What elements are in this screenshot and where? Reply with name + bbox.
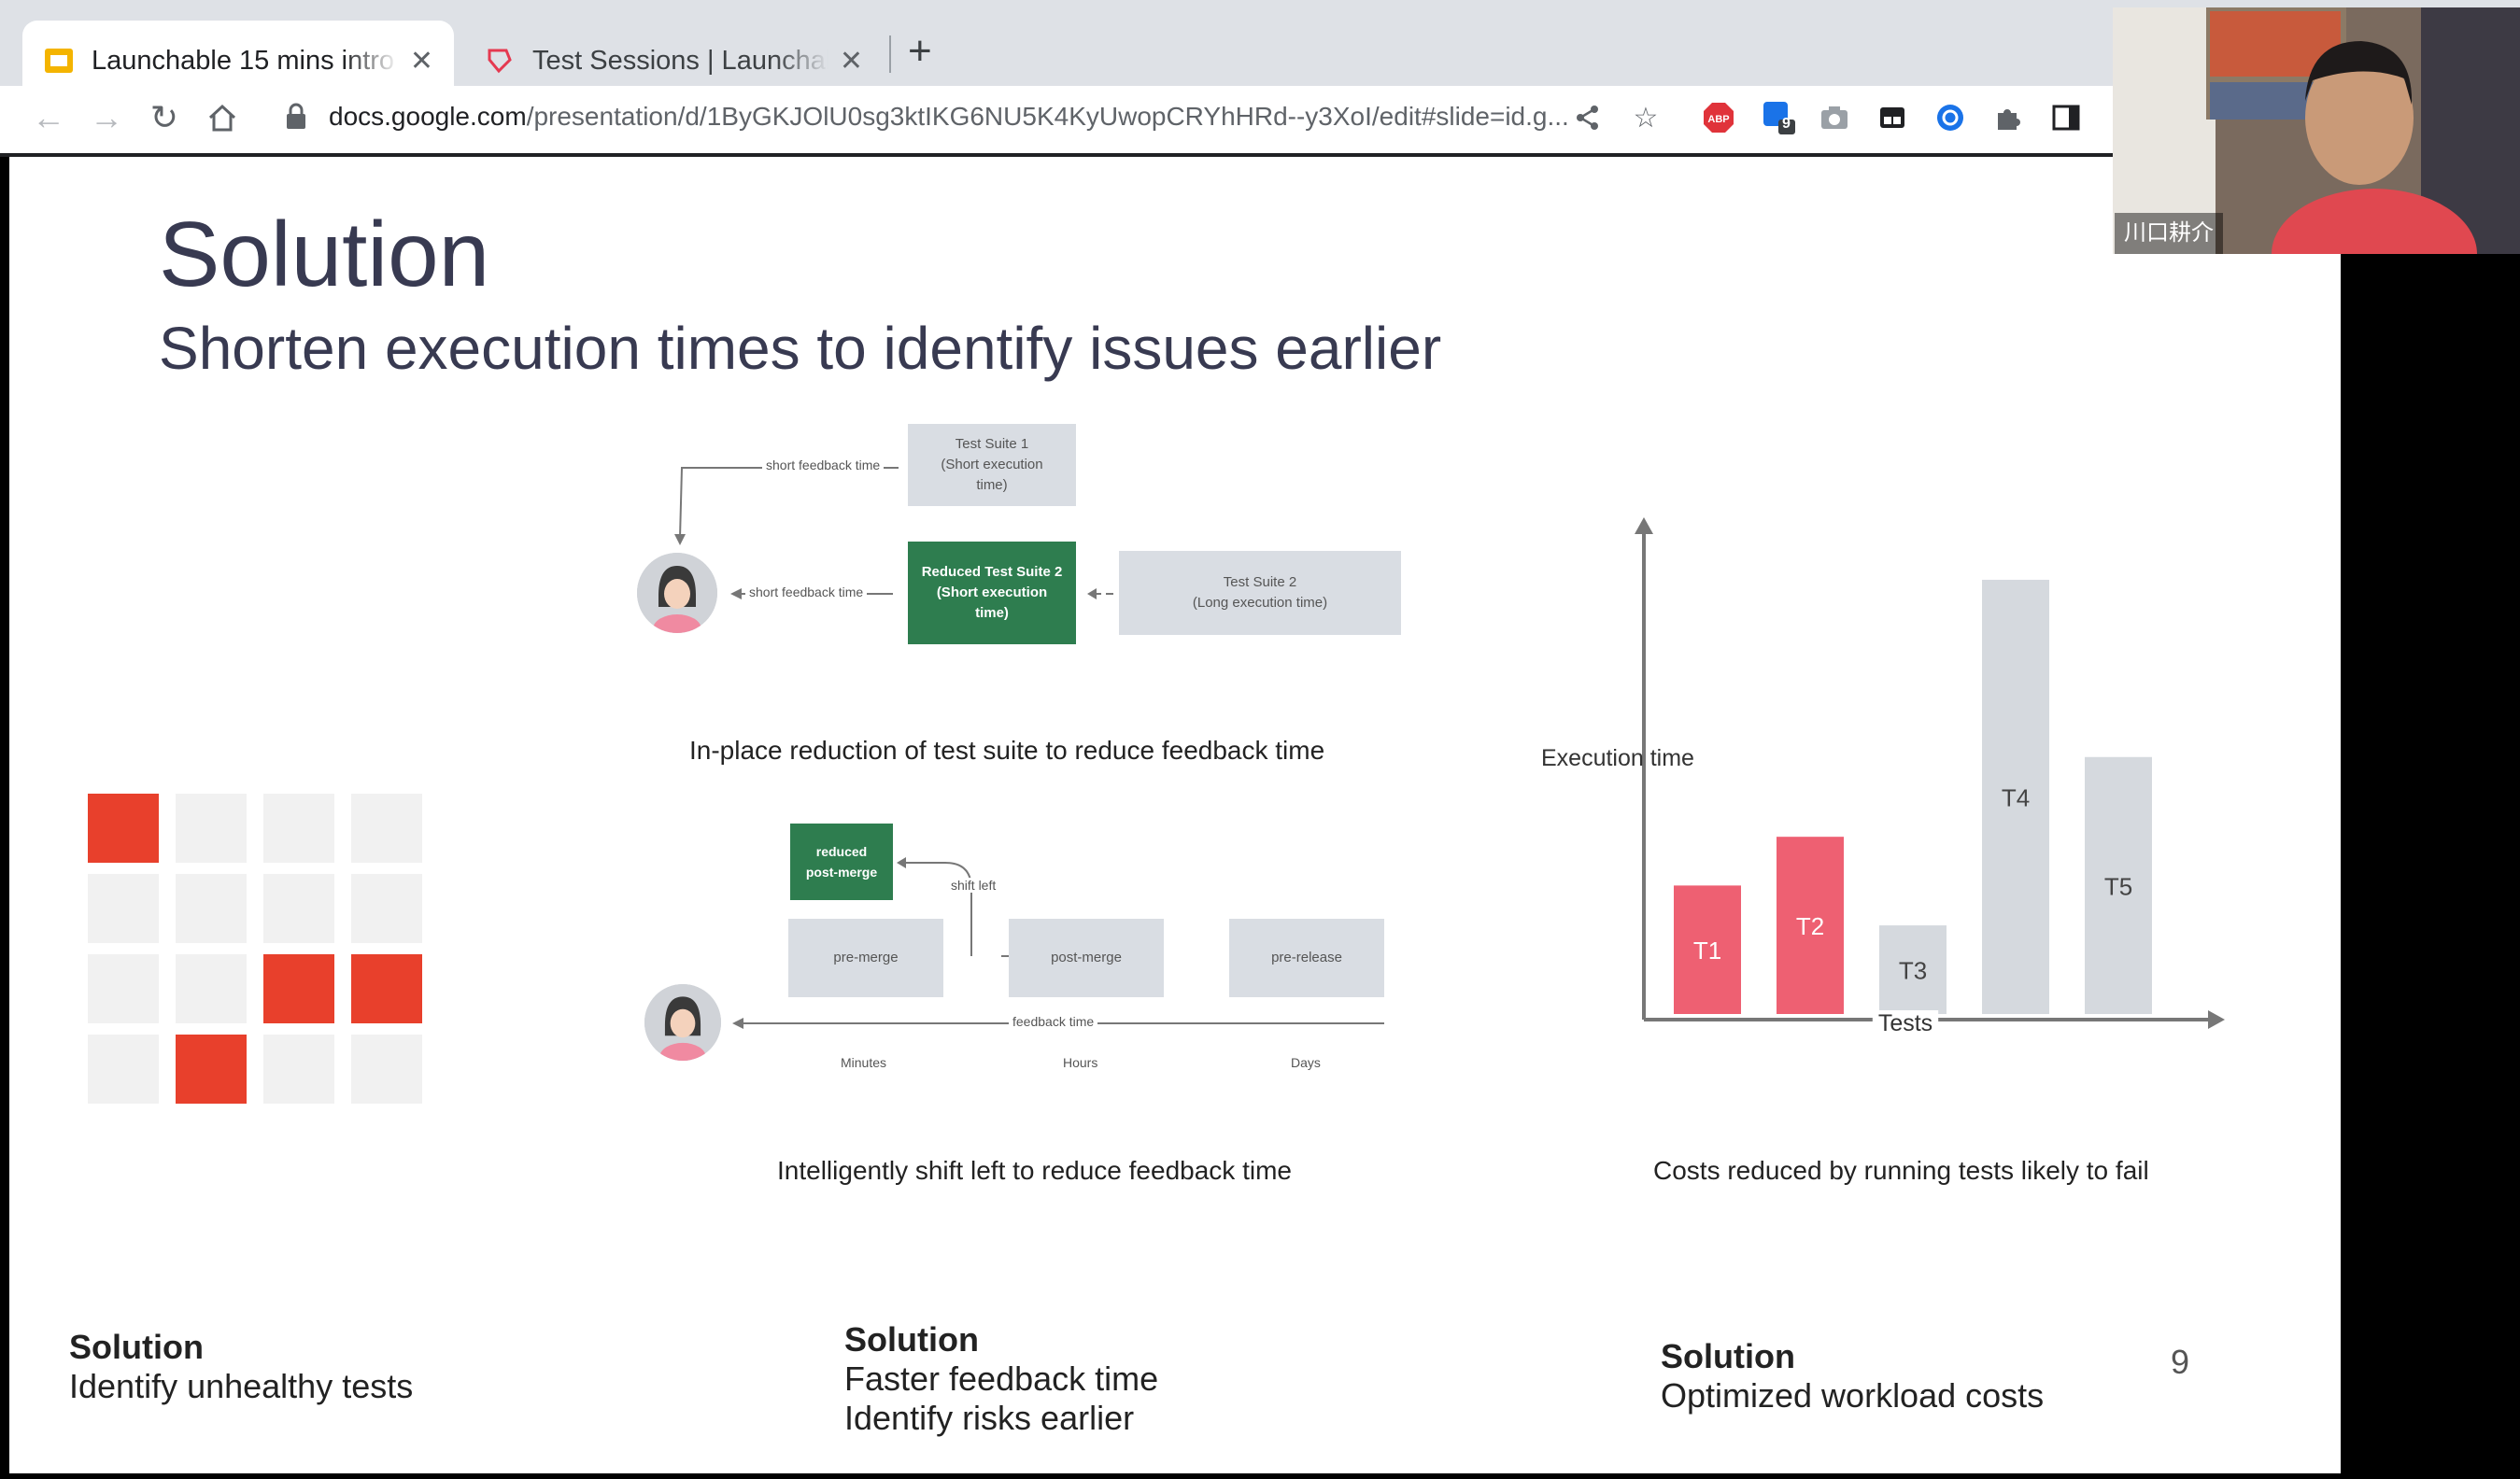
solution-line: Identify risks earlier bbox=[844, 1399, 1135, 1437]
bar-label-t1: T1 bbox=[1693, 937, 1721, 965]
bar-label-t2: T2 bbox=[1796, 912, 1824, 940]
feedback-time-label: feedback time bbox=[1009, 1014, 1098, 1029]
bar-label-t4: T4 bbox=[2002, 783, 2030, 811]
hours-label: Hours bbox=[1059, 1055, 1102, 1070]
bookmark-star-icon[interactable]: ☆ bbox=[1627, 99, 1664, 136]
reload-icon[interactable]: ↻ bbox=[144, 97, 185, 138]
back-arrow-icon[interactable]: ← bbox=[28, 97, 69, 138]
x-axis-label: Tests bbox=[1878, 1010, 1932, 1036]
tab-title: Test Sessions | Launchable bbox=[532, 45, 828, 76]
forward-arrow-icon[interactable]: → bbox=[86, 97, 127, 138]
url-path: /presentation/d/1ByGKJOlU0sg3ktIKG6NU5K4… bbox=[526, 102, 1569, 131]
shift-left-label: shift left bbox=[947, 878, 1000, 893]
share-icon[interactable] bbox=[1569, 99, 1607, 136]
pre-release-box: pre-release bbox=[1229, 919, 1384, 997]
google-slides-icon bbox=[45, 49, 73, 73]
bar-label-t5: T5 bbox=[2104, 872, 2132, 900]
ubuntu-extension-icon[interactable] bbox=[1932, 99, 1969, 136]
home-icon[interactable] bbox=[202, 97, 243, 138]
tab-separator bbox=[889, 35, 891, 73]
solution-faster-feedback: Solution Faster feedback time Identify r… bbox=[844, 1320, 1158, 1438]
diagram2-caption: Intelligently shift left to reduce feedb… bbox=[777, 1156, 1292, 1185]
address-bar[interactable]: docs.google.com/presentation/d/1ByGKJOlU… bbox=[267, 92, 1646, 142]
url-host: docs.google.com bbox=[329, 102, 527, 131]
pre-merge-box: pre-merge bbox=[788, 919, 943, 997]
lock-icon bbox=[287, 103, 305, 129]
new-tab-button[interactable]: + bbox=[908, 28, 932, 75]
camera-icon[interactable] bbox=[1816, 99, 1853, 136]
adblock-icon[interactable]: ABP bbox=[1700, 99, 1737, 136]
solution-workload-costs: Solution Optimized workload costs bbox=[1661, 1337, 2044, 1416]
solution-line: Identify unhealthy tests bbox=[69, 1367, 414, 1405]
solution-unhealthy-tests: Solution Identify unhealthy tests bbox=[69, 1328, 413, 1406]
side-panel-icon[interactable] bbox=[2047, 99, 2085, 136]
x-axis-arrow bbox=[2208, 1010, 2225, 1029]
bar-label-t3: T3 bbox=[1899, 957, 1927, 985]
chart-caption: Costs reduced by running tests likely to… bbox=[1653, 1156, 2149, 1185]
tab-manager-icon[interactable] bbox=[1874, 99, 1911, 136]
solution-heading: Solution bbox=[844, 1320, 979, 1359]
svg-text:ABP: ABP bbox=[1707, 114, 1729, 125]
close-tab-icon[interactable]: ✕ bbox=[840, 45, 863, 77]
webcam-participant-name: 川口耕介 bbox=[2115, 213, 2223, 254]
tab-title: Launchable 15 mins intro bbox=[92, 45, 395, 76]
launchable-icon bbox=[488, 49, 512, 74]
chart-svg: T1 T2 T3 T4 T5 Execution time Tests bbox=[1541, 517, 2225, 1036]
reduced-post-merge-box: reduced post-merge bbox=[790, 824, 893, 900]
execution-time-chart: T1 T2 T3 T4 T5 Execution time Tests bbox=[1541, 504, 2251, 1064]
solution-line: Faster feedback time bbox=[844, 1359, 1159, 1398]
post-merge-box: post-merge bbox=[1009, 919, 1164, 997]
days-label: Days bbox=[1287, 1055, 1324, 1070]
solution-line: Optimized workload costs bbox=[1661, 1376, 2045, 1415]
close-tab-icon[interactable]: ✕ bbox=[410, 45, 433, 77]
developer-avatar-icon bbox=[644, 984, 721, 1061]
minutes-label: Minutes bbox=[837, 1055, 891, 1070]
y-axis-label: Execution time bbox=[1541, 745, 1694, 771]
puzzle-extensions-icon[interactable] bbox=[1989, 99, 2027, 136]
solution-heading: Solution bbox=[1661, 1337, 1795, 1375]
slide-page-number: 9 bbox=[2171, 1343, 2190, 1381]
extension-badge-count: 9 bbox=[1782, 116, 1791, 132]
extension-badge-icon[interactable]: 9 bbox=[1760, 99, 1797, 136]
solution-heading: Solution bbox=[69, 1328, 204, 1366]
presentation-slide: Solution Shorten execution times to iden… bbox=[9, 157, 2341, 1473]
y-axis-arrow bbox=[1635, 517, 1653, 534]
